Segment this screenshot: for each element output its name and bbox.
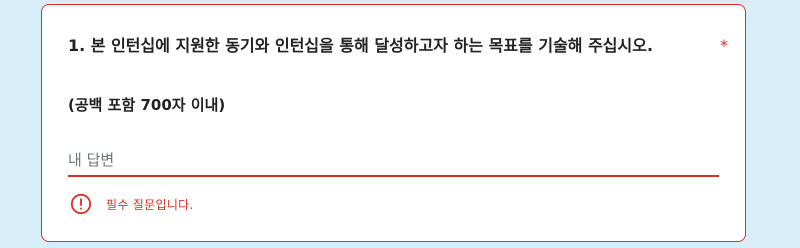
question-header: 1. 본 인턴십에 지원한 동기와 인턴십을 통해 달성하고자 하는 목표를 기… [68, 33, 728, 59]
required-asterisk: * [720, 36, 728, 55]
error-message-row: 필수 질문입니다. [70, 193, 194, 215]
question-subtitle: (공백 포함 700자 이내) [68, 96, 226, 114]
question-title: 1. 본 인턴십에 지원한 동기와 인턴십을 통해 달성하고자 하는 목표를 기… [68, 36, 654, 55]
answer-input[interactable] [68, 145, 719, 177]
question-card: 1. 본 인턴십에 지원한 동기와 인턴십을 통해 달성하고자 하는 목표를 기… [41, 4, 746, 242]
error-circle-icon [70, 193, 92, 215]
error-message: 필수 질문입니다. [106, 197, 194, 212]
